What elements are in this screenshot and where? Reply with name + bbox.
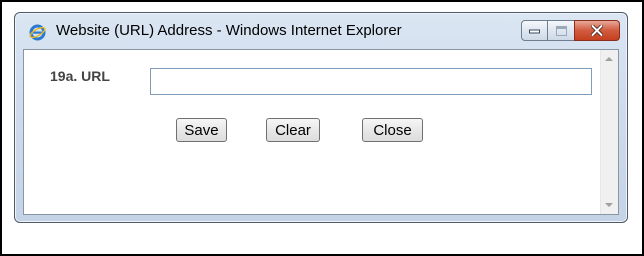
- window-controls: [521, 20, 620, 41]
- maximize-icon: [555, 25, 567, 36]
- close-button[interactable]: Close: [362, 118, 423, 142]
- maximize-button[interactable]: [548, 20, 574, 41]
- page-content: 19a. URL Save Clear Close: [23, 49, 619, 215]
- title-bar[interactable]: Website (URL) Address - Windows Internet…: [15, 13, 627, 49]
- save-button[interactable]: Save: [176, 118, 227, 142]
- clear-button[interactable]: Clear: [266, 118, 320, 142]
- minimize-button[interactable]: [521, 20, 548, 41]
- vertical-scrollbar[interactable]: [600, 50, 618, 214]
- scroll-down-icon[interactable]: [605, 203, 613, 207]
- url-form: 19a. URL Save Clear Close: [24, 50, 602, 214]
- internet-explorer-icon: [29, 24, 46, 41]
- close-window-button[interactable]: [574, 20, 620, 41]
- minimize-icon: [529, 29, 540, 33]
- popup-window: Website (URL) Address - Windows Internet…: [14, 12, 628, 223]
- window-title: Website (URL) Address - Windows Internet…: [56, 22, 402, 39]
- close-icon: [591, 25, 603, 36]
- scroll-up-icon[interactable]: [605, 57, 613, 61]
- url-input[interactable]: [150, 68, 592, 95]
- url-label: 19a. URL: [50, 68, 110, 84]
